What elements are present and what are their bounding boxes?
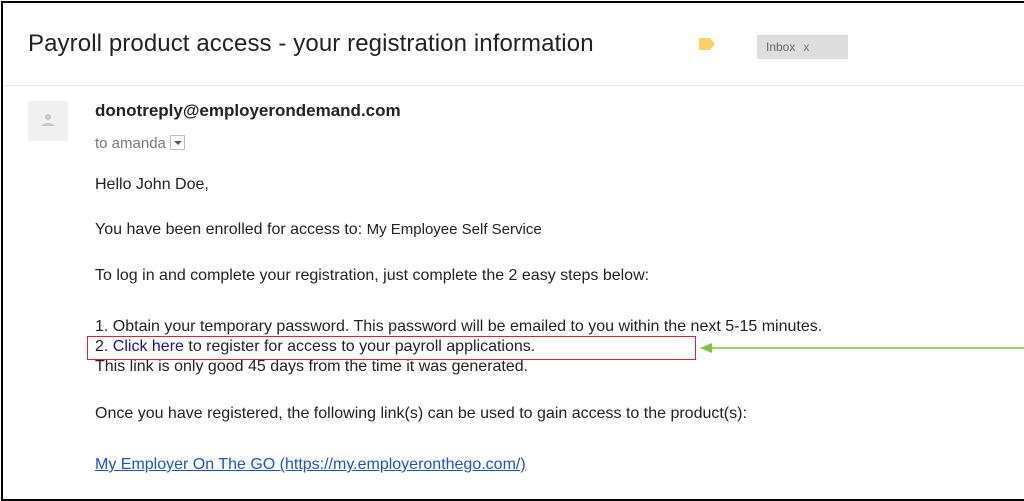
avatar	[28, 101, 68, 141]
arrow-left-icon	[700, 343, 1024, 353]
enrollment-line: You have been enrolled for access to: My…	[95, 221, 542, 239]
person-icon	[41, 114, 55, 126]
chevron-down-icon[interactable]	[169, 135, 185, 150]
link-validity-note: This link is only good 45 days from the …	[95, 358, 529, 375]
recipient-line: to amanda	[95, 135, 185, 152]
step-1: 1. Obtain your temporary password. This …	[95, 318, 823, 335]
highlight-box	[87, 336, 696, 360]
recipient-text: to amanda	[95, 135, 166, 152]
access-intro: Once you have registered, the following …	[95, 405, 747, 422]
sender-address[interactable]: donotreply@employerondemand.com	[95, 101, 401, 121]
enrolled-prefix: You have been enrolled for access to:	[95, 221, 363, 238]
inbox-label-chip[interactable]: Inbox x	[757, 35, 848, 59]
label-tag-icon[interactable]	[699, 38, 715, 50]
email-subject: Payroll product access - your registrati…	[28, 30, 594, 57]
instructions: To log in and complete your registration…	[95, 267, 650, 284]
inbox-label-text: Inbox	[766, 40, 796, 54]
remove-label-button[interactable]: x	[803, 40, 809, 54]
product-link[interactable]: My Employer On The GO (https://my.employ…	[95, 456, 526, 473]
product-link-line: My Employer On The GO (https://my.employ…	[95, 456, 526, 474]
enrolled-product: My Employee Self Service	[366, 221, 542, 238]
greeting: Hello John Doe,	[95, 176, 209, 193]
